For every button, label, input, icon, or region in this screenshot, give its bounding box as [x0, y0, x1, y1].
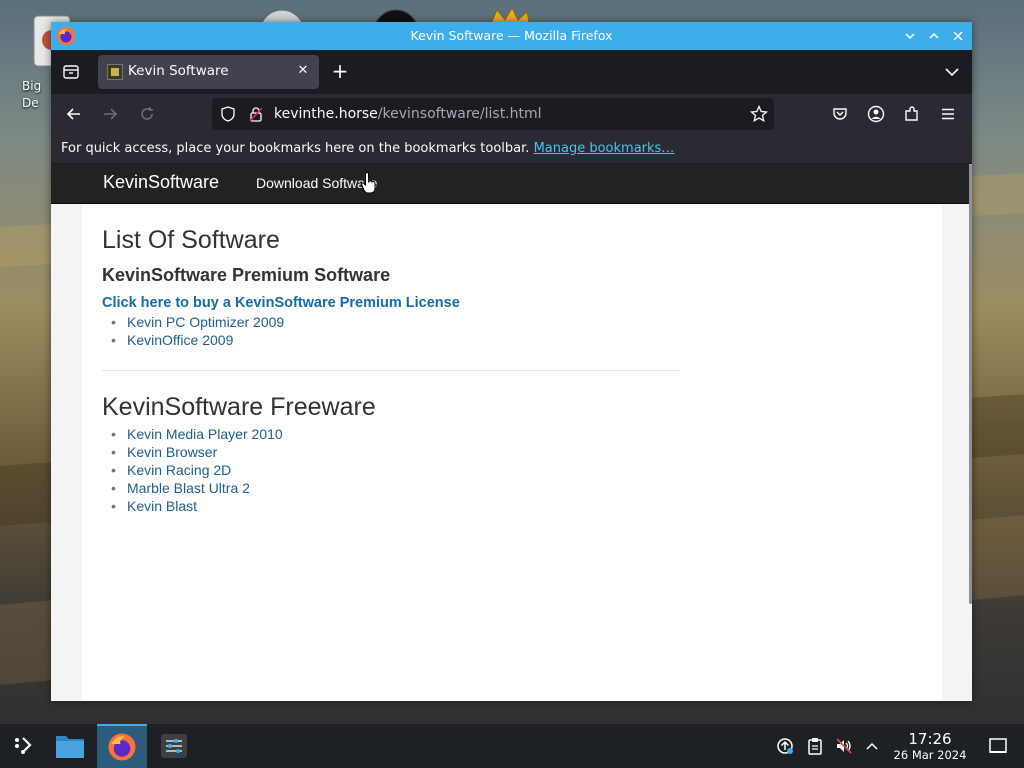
buy-premium-license-link[interactable]: Click here to buy a KevinSoftware Premiu… — [102, 295, 460, 311]
hand-cursor-icon — [360, 172, 376, 194]
bookmarks-message: For quick access, place your bookmarks h… — [61, 141, 674, 156]
tab-list-icon[interactable] — [59, 62, 83, 82]
divider — [102, 370, 680, 371]
taskbar: 17:26 26 Mar 2024 — [0, 724, 1024, 768]
arrow-right-icon — [104, 108, 118, 120]
close-icon — [953, 31, 963, 41]
puzzle-icon — [905, 106, 918, 121]
updates-tray-button[interactable] — [774, 724, 796, 768]
chevron-down-icon — [905, 33, 915, 40]
settings-sliders-icon — [161, 734, 187, 758]
update-icon — [777, 738, 793, 754]
launcher-icon — [15, 737, 32, 754]
arrow-left-icon — [66, 108, 80, 120]
close-window-button[interactable] — [948, 26, 968, 46]
clock-time: 17:26 — [908, 730, 952, 748]
new-tab-button[interactable]: + — [330, 61, 350, 82]
premium-heading: KevinSoftware Premium Software — [102, 265, 391, 285]
window-title: Kevin Software — Mozilla Firefox — [410, 28, 613, 43]
url-domain: kevinthe.horse — [274, 106, 378, 122]
list-item[interactable]: Kevin PC Optimizer 2009 — [107, 313, 284, 331]
manage-bookmarks-link[interactable]: Manage bookmarks… — [534, 141, 675, 156]
chevron-up-icon — [929, 32, 939, 39]
forward-button[interactable] — [100, 104, 120, 124]
tab-kevin-software[interactable]: Kevin Software ✕ — [98, 55, 319, 89]
hamburger-menu-icon — [942, 108, 954, 120]
chevron-up-icon — [866, 742, 878, 750]
volume-muted-icon — [836, 738, 852, 754]
bookmarks-hint-text: For quick access, place your bookmarks h… — [61, 141, 530, 156]
pocket-button[interactable] — [830, 104, 850, 124]
bookmarks-toolbar: For quick access, place your bookmarks h… — [51, 134, 972, 164]
list-item[interactable]: Kevin Blast — [107, 497, 283, 515]
content-container: List Of Software KevinSoftware Premium S… — [82, 204, 942, 701]
url-path: /kevinsoftware/list.html — [377, 106, 542, 122]
site-brand[interactable]: KevinSoftware — [103, 172, 219, 193]
account-icon — [867, 105, 885, 123]
list-item[interactable]: Kevin Racing 2D — [107, 461, 283, 479]
browser-window: Kevin Software — Mozilla Firefox Kevin S… — [51, 22, 972, 701]
reload-icon — [141, 107, 153, 120]
minimize-button[interactable] — [900, 26, 920, 46]
chevron-down-icon[interactable] — [942, 62, 962, 82]
volume-tray-button[interactable] — [833, 724, 855, 768]
freeware-heading: KevinSoftware Freeware — [102, 393, 376, 421]
maximize-button[interactable] — [924, 26, 944, 46]
site-favicon — [107, 64, 123, 80]
list-item[interactable]: Kevin Media Player 2010 — [107, 425, 283, 443]
clipboard-icon — [808, 738, 822, 755]
list-item[interactable]: Kevin Browser — [107, 443, 283, 461]
window-titlebar[interactable]: Kevin Software — Mozilla Firefox — [51, 22, 972, 50]
page-scrollbar[interactable] — [969, 164, 972, 604]
taskbar-file-manager[interactable] — [50, 724, 90, 768]
site-navbar: KevinSoftware Download Software — [51, 164, 969, 204]
clipboard-tray-button[interactable] — [804, 724, 826, 768]
url-text[interactable]: kevinthe.horse/kevinsoftware/list.html — [274, 106, 542, 122]
page-viewport: KevinSoftware Download Software List Of … — [51, 164, 972, 701]
pocket-icon — [833, 108, 847, 120]
clock-date: 26 Mar 2024 — [893, 748, 967, 762]
list-item[interactable]: Marble Blast Ultra 2 — [107, 479, 283, 497]
account-button[interactable] — [866, 104, 886, 124]
show-desktop-button[interactable] — [986, 724, 1010, 768]
back-button[interactable] — [64, 104, 84, 124]
reload-button[interactable] — [137, 104, 157, 124]
bookmark-star-icon[interactable] — [750, 105, 768, 123]
taskbar-firefox[interactable] — [97, 724, 147, 768]
freeware-list: Kevin Media Player 2010 Kevin Browser Ke… — [107, 425, 283, 515]
taskbar-system-settings[interactable] — [154, 724, 194, 768]
menu-button[interactable] — [938, 104, 958, 124]
premium-software-list: Kevin PC Optimizer 2009 KevinOffice 2009 — [107, 313, 284, 349]
firefox-icon — [108, 733, 136, 761]
lock-icon[interactable] — [248, 106, 264, 122]
navigation-toolbar: kevinthe.horse/kevinsoftware/list.html — [51, 94, 972, 134]
shield-icon[interactable] — [220, 106, 236, 122]
tab-bar: Kevin Software ✕ + — [51, 50, 972, 94]
application-launcher-button[interactable] — [4, 724, 42, 768]
extensions-button[interactable] — [902, 104, 922, 124]
tab-title: Kevin Software — [128, 63, 229, 79]
tray-expand-button[interactable] — [861, 724, 883, 768]
page-title: List Of Software — [102, 226, 280, 254]
list-item[interactable]: KevinOffice 2009 — [107, 331, 284, 349]
tab-close-icon[interactable]: ✕ — [295, 63, 311, 79]
show-desktop-icon — [989, 738, 1007, 753]
folder-icon — [56, 736, 84, 758]
address-bar[interactable]: kevinthe.horse/kevinsoftware/list.html — [212, 98, 774, 130]
digital-clock[interactable]: 17:26 26 Mar 2024 — [882, 730, 978, 762]
